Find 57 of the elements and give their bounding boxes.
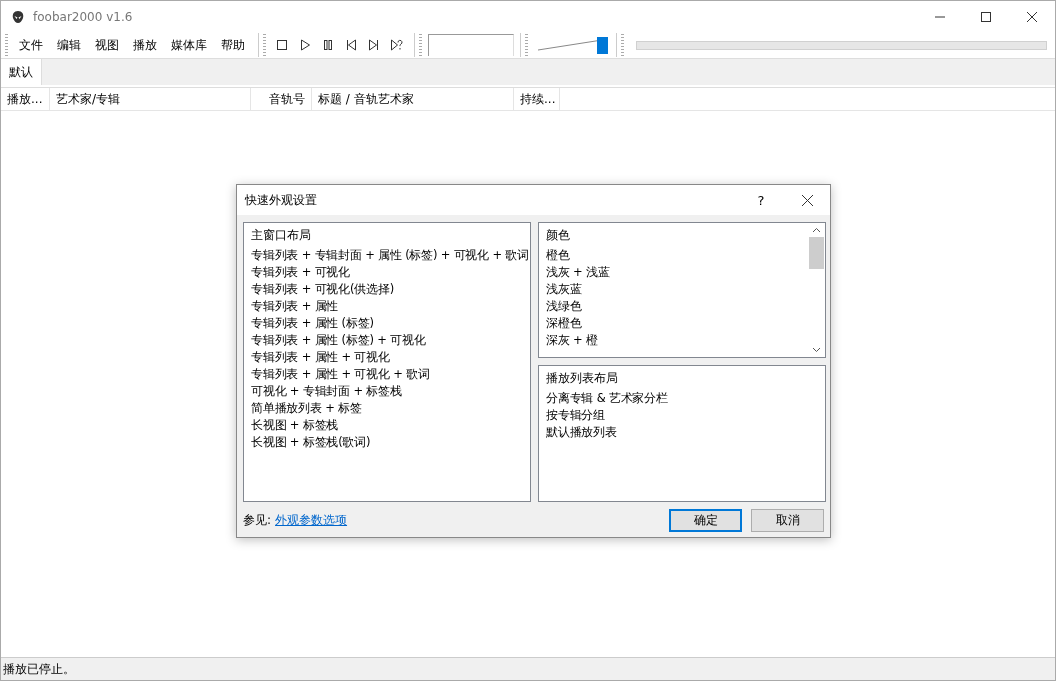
layout-list[interactable] bbox=[243, 222, 531, 502]
ok-button[interactable]: 确定 bbox=[669, 509, 742, 532]
window-title: foobar2000 v1.6 bbox=[33, 9, 133, 24]
list-heading: 颜色 bbox=[546, 227, 570, 244]
next-icon[interactable] bbox=[366, 38, 381, 52]
close-icon[interactable] bbox=[1027, 11, 1037, 22]
list-heading: 主窗口布局 bbox=[251, 227, 311, 244]
menu-item[interactable]: 播放 bbox=[126, 36, 164, 54]
column-header[interactable]: 标题 / 音轨艺术家 bbox=[312, 88, 514, 110]
list-heading: 播放列表布局 bbox=[546, 370, 618, 387]
list-item[interactable]: 专辑列表 + 属性 bbox=[251, 298, 339, 315]
list-item[interactable]: 长视图 + 标签栈 bbox=[251, 417, 339, 434]
menu-item[interactable]: 帮助 bbox=[214, 36, 252, 54]
list-item[interactable]: 浅灰 + 浅蓝 bbox=[546, 264, 610, 281]
appearance-options-link[interactable]: 外观参数选项 bbox=[275, 512, 348, 529]
column-header[interactable]: 播放... bbox=[1, 88, 50, 110]
list-item[interactable]: 专辑列表 + 专辑封面 + 属性 (标签) + 可视化 + 歌词 bbox=[251, 247, 530, 264]
menu-item[interactable]: 文件 bbox=[12, 36, 50, 54]
close-icon[interactable] bbox=[801, 194, 813, 206]
playlist-layout-list[interactable]: 播放列表布局 分离专辑 & 艺术家分栏 按专辑分组 默认播放列表 bbox=[538, 365, 826, 502]
list-item[interactable]: 简单播放列表 + 标签 bbox=[251, 400, 362, 417]
list-item[interactable]: 专辑列表 + 属性 + 可视化 + 歌词 bbox=[251, 366, 430, 383]
volume-slider[interactable] bbox=[538, 34, 606, 56]
playback-order-field[interactable] bbox=[428, 34, 514, 56]
status-text: 播放已停止。 bbox=[1, 657, 1055, 680]
menu-item[interactable]: 编辑 bbox=[50, 36, 88, 54]
see-also-label: 参见: bbox=[243, 512, 272, 529]
list-item[interactable]: 专辑列表 + 属性 (标签) + 可视化 bbox=[251, 332, 426, 349]
list-item[interactable]: 可视化 + 专辑封面 + 标签栈 bbox=[251, 383, 402, 400]
list-item[interactable]: 浅绿色 bbox=[546, 298, 582, 315]
list-item[interactable]: 深灰 + 橙 bbox=[546, 332, 598, 349]
list-item[interactable]: 默认播放列表 bbox=[546, 424, 617, 441]
menu-item[interactable]: 视图 bbox=[88, 36, 126, 54]
list-item[interactable]: 浅灰蓝 bbox=[546, 281, 582, 298]
list-item[interactable]: 深橙色 bbox=[546, 315, 582, 332]
playlist-tab[interactable]: 默认 bbox=[1, 59, 42, 85]
scroll-thumb[interactable] bbox=[809, 237, 824, 269]
list-item[interactable]: 橙色 bbox=[546, 247, 570, 264]
column-header[interactable]: 持续... bbox=[514, 88, 560, 110]
column-header[interactable]: 音轨号 bbox=[251, 88, 312, 110]
list-item[interactable]: 按专辑分组 bbox=[546, 407, 605, 424]
random-play-icon[interactable] bbox=[389, 38, 404, 52]
color-list[interactable]: 颜色 橙色 浅灰 + 浅蓝 浅灰蓝 浅绿色 深橙色 深灰 + 橙 bbox=[538, 222, 826, 358]
cancel-button[interactable]: 取消 bbox=[751, 509, 824, 532]
column-header[interactable]: 艺术家/专辑 bbox=[50, 88, 251, 110]
list-item[interactable]: 分离专辑 & 艺术家分栏 bbox=[546, 390, 668, 407]
list-item[interactable]: 专辑列表 + 属性 + 可视化 bbox=[251, 349, 390, 366]
list-item[interactable]: 专辑列表 + 可视化 bbox=[251, 264, 350, 281]
maximize-icon[interactable] bbox=[981, 11, 991, 22]
help-button[interactable]: ? bbox=[738, 192, 784, 208]
list-item[interactable]: 专辑列表 + 可视化(供选择) bbox=[251, 281, 394, 298]
list-item[interactable]: 专辑列表 + 属性 (标签) bbox=[251, 315, 374, 332]
dialog-title: 快速外观设置 bbox=[245, 191, 317, 209]
alien-head-icon bbox=[11, 9, 25, 24]
menu-item[interactable]: 媒体库 bbox=[164, 36, 214, 54]
stop-icon[interactable] bbox=[274, 38, 289, 52]
list-item[interactable]: 长视图 + 标签栈(歌词) bbox=[251, 434, 371, 451]
